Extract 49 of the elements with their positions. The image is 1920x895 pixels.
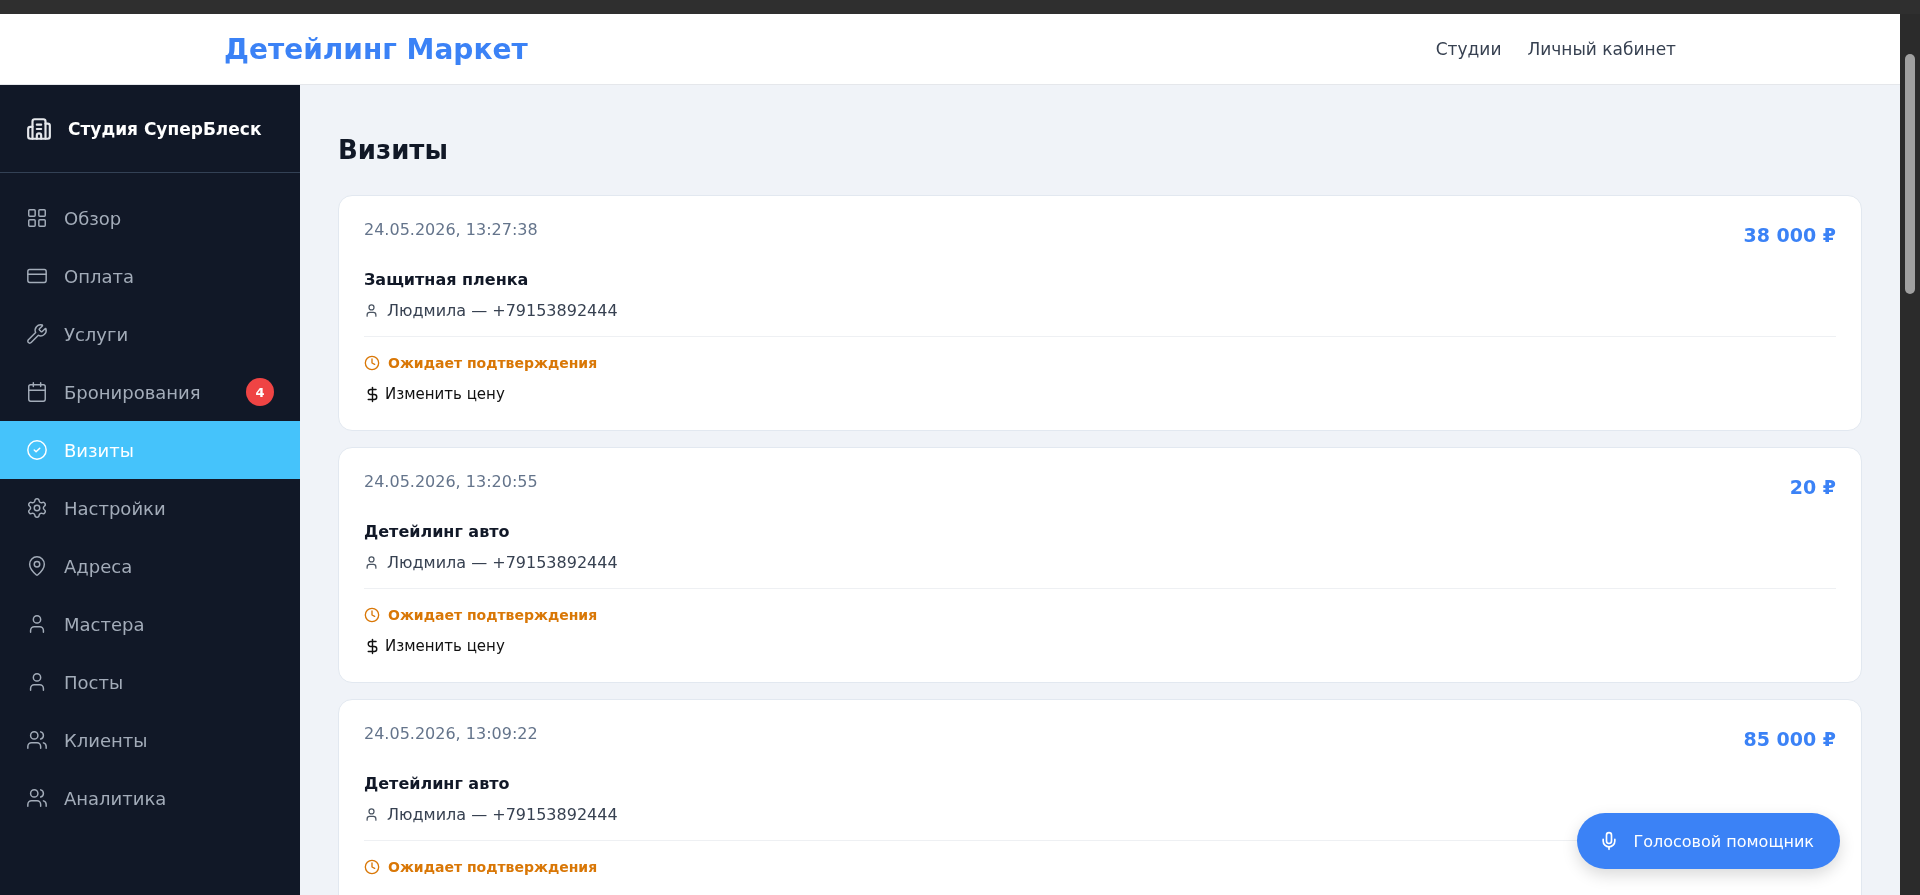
- person-icon: [364, 555, 379, 570]
- service-name: Детейлинг авто: [364, 522, 511, 541]
- sidebar-item[interactable]: Мастера: [0, 595, 300, 653]
- client-contact: Людмила — +79153892444: [387, 553, 618, 572]
- clock-icon: [364, 355, 380, 371]
- voice-assistant-button[interactable]: Голосовой помощник: [1577, 813, 1840, 869]
- change-price-button[interactable]: Изменить цену: [364, 637, 505, 655]
- sidebar-item[interactable]: Аналитика: [0, 769, 300, 827]
- sidebar-item[interactable]: Посты: [0, 653, 300, 711]
- wrench-icon: [26, 323, 48, 345]
- sidebar-item[interactable]: Обзор: [0, 189, 300, 247]
- brand-logo[interactable]: Детейлинг Маркет: [224, 32, 528, 66]
- visit-datetime: 24.05.2026, 13:09:22: [364, 724, 538, 743]
- nav-link[interactable]: Личный кабинет: [1527, 39, 1676, 59]
- client-contact: Людмила — +79153892444: [387, 805, 618, 824]
- visit-datetime: 24.05.2026, 13:20:55: [364, 472, 538, 491]
- grid-icon: [26, 207, 48, 229]
- service-name: Защитная пленка: [364, 270, 530, 289]
- calendar-icon: [26, 381, 48, 403]
- client-contact: Людмила — +79153892444: [387, 301, 618, 320]
- visit-status: Ожидает подтверждения: [388, 859, 598, 875]
- visit-price: 85 000 ₽: [1743, 728, 1836, 750]
- sidebar-item[interactable]: Услуги: [0, 305, 300, 363]
- page-title: Визиты: [338, 135, 449, 165]
- nav-link[interactable]: Студии: [1435, 39, 1502, 59]
- visit-datetime: 24.05.2026, 13:27:38: [364, 220, 538, 239]
- sidebar-item[interactable]: Адреса: [0, 537, 300, 595]
- sidebar-item[interactable]: Оплата: [0, 247, 300, 305]
- clock-icon: [364, 859, 380, 875]
- building-icon: [26, 115, 52, 142]
- sidebar-item[interactable]: Клиенты: [0, 711, 300, 769]
- service-name: Детейлинг авто: [364, 774, 511, 793]
- person-icon: [364, 303, 379, 318]
- check-circle-icon: [26, 439, 48, 461]
- count-badge: 4: [246, 378, 274, 406]
- people-icon: [26, 729, 48, 751]
- clock-icon: [364, 607, 380, 623]
- change-price-button[interactable]: Изменить цену: [364, 385, 505, 403]
- people-icon: [26, 787, 48, 809]
- pin-icon: [26, 555, 48, 577]
- person-icon: [364, 807, 379, 822]
- visit-price: 20 ₽: [1789, 476, 1836, 498]
- sidebar-item[interactable]: Настройки: [0, 479, 300, 537]
- visit-status: Ожидает подтверждения: [388, 607, 598, 623]
- studio-name: Студия СуперБлеск: [68, 118, 262, 139]
- sidebar-item[interactable]: Бронирования 4: [0, 363, 300, 421]
- settings-icon: [26, 497, 48, 519]
- visit-status: Ожидает подтверждения: [388, 355, 598, 371]
- visit-price: 38 000 ₽: [1743, 224, 1836, 246]
